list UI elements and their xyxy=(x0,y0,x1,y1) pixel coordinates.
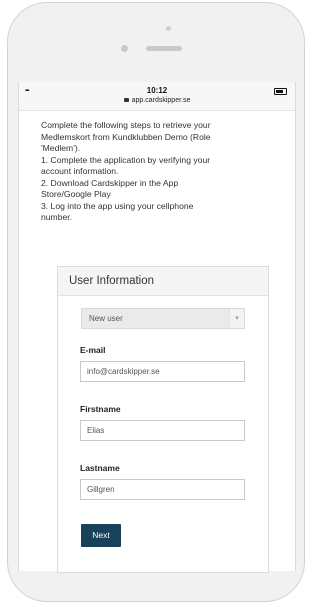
firstname-label: Firstname xyxy=(80,404,121,414)
intro-line: Complete the following steps to retrieve… xyxy=(41,120,211,130)
lock-icon xyxy=(123,98,129,102)
email-field[interactable]: info@cardskipper.se xyxy=(80,361,245,382)
intro-line: 2. Download Cardskipper in the App xyxy=(41,177,179,188)
intro-line: number. xyxy=(41,212,73,222)
user-type-value: New user xyxy=(89,314,123,323)
intro-line: 3. Log into the app using your cellphone xyxy=(41,200,194,211)
lastname-field[interactable]: Gillgren xyxy=(80,479,245,500)
earpiece-speaker xyxy=(146,46,182,51)
next-button[interactable]: Next xyxy=(81,524,121,547)
address-url: app.cardskipper.se xyxy=(131,97,191,104)
intro-line: 1. Complete the application by verifying… xyxy=(41,154,211,165)
front-camera xyxy=(166,26,171,31)
battery-icon xyxy=(274,88,287,95)
intro-text: Complete the following steps to retrieve… xyxy=(41,120,293,224)
intro-line: 'Medlem'). xyxy=(41,143,81,153)
panel-title: User Information xyxy=(58,267,268,296)
address-bar[interactable]: app.cardskipper.se xyxy=(19,97,295,104)
status-bar: ▪▪▪ 10:12 app.cardskipper.se xyxy=(19,82,295,111)
sensor-dot xyxy=(121,45,128,52)
email-label: E-mail xyxy=(80,345,106,355)
intro-line: Medlemskort from Kundklubben Demo (Role xyxy=(41,131,211,142)
intro-line: account information. xyxy=(41,166,119,176)
intro-line: Store/Google Play xyxy=(41,189,111,199)
status-time: 10:12 xyxy=(146,86,168,95)
chevron-down-icon: ▾ xyxy=(229,309,244,328)
lastname-label: Lastname xyxy=(80,463,120,473)
user-type-select[interactable]: New user ▾ xyxy=(81,308,245,329)
firstname-field[interactable]: Elias xyxy=(80,420,245,441)
user-information-panel: User Information New user ▾ E-mail info@… xyxy=(57,266,269,573)
